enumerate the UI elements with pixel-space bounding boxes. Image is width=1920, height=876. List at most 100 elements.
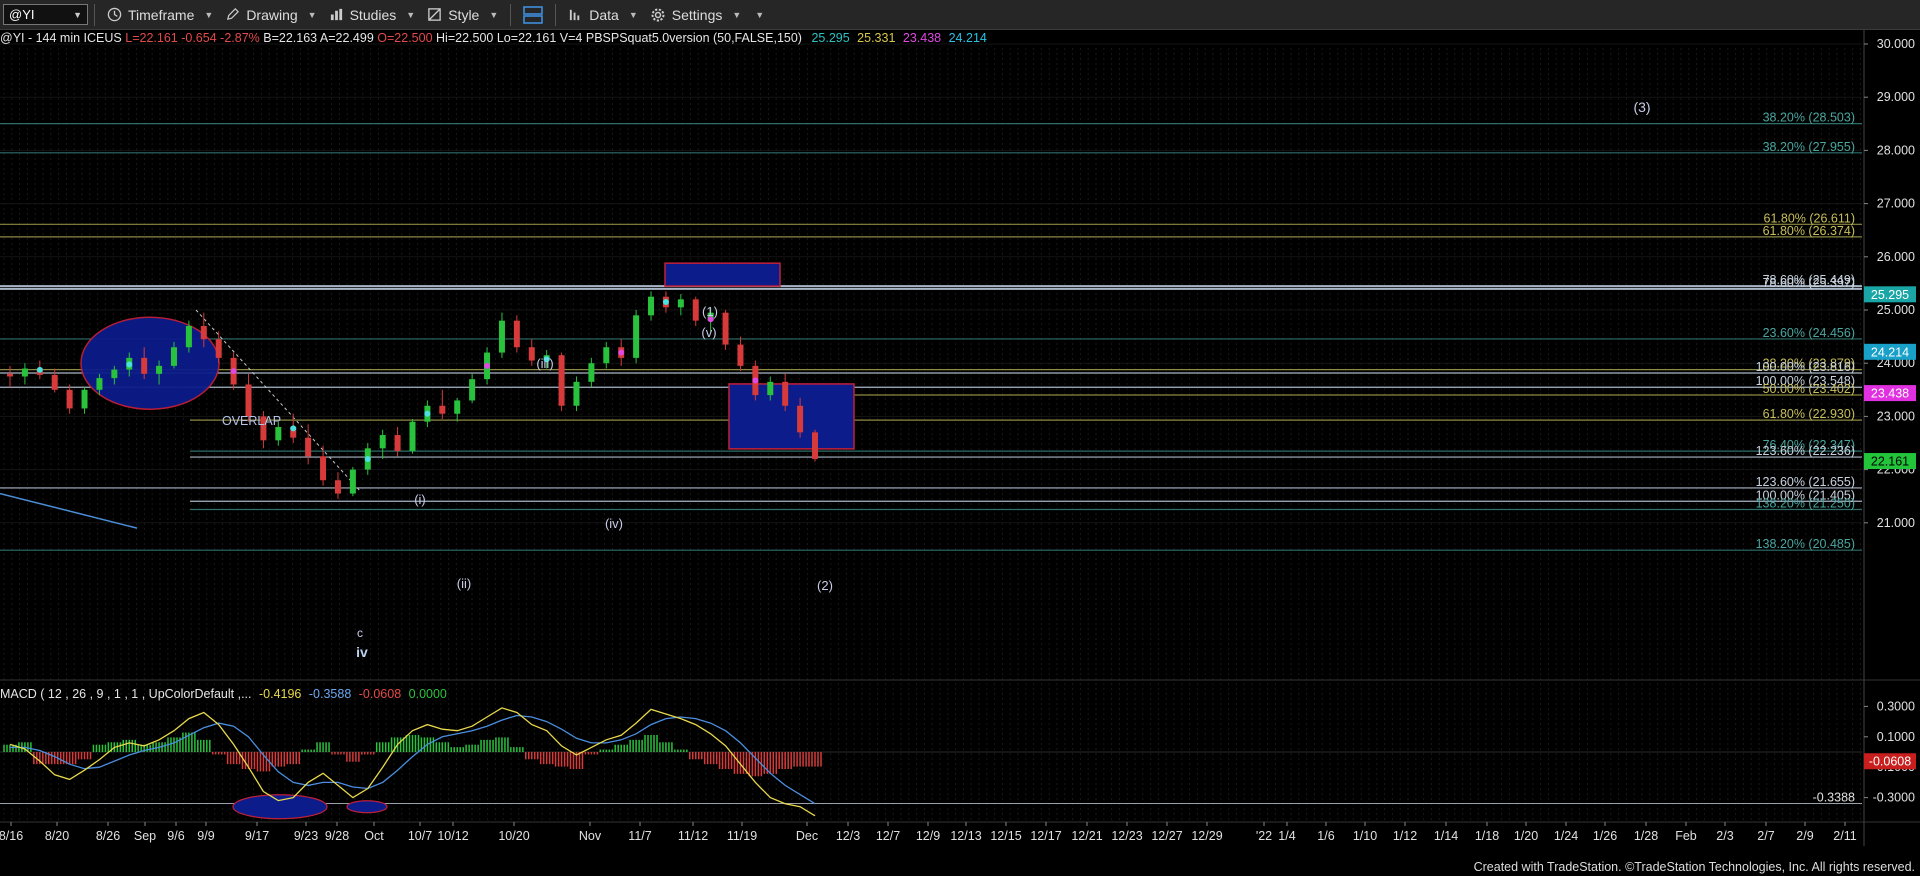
fib-level-label: 23.60% (24.456)	[1763, 326, 1855, 340]
settings-label: Settings	[671, 6, 723, 23]
studies-button[interactable]: Studies ▼	[323, 0, 422, 29]
volume: V=4	[559, 31, 583, 45]
time-tick-label: 10/7	[408, 829, 432, 843]
style-icon	[428, 8, 441, 21]
price-flag-label: 25.295	[1871, 288, 1909, 302]
study-value-4: 24.214	[948, 31, 987, 45]
time-tick-label: 1/26	[1593, 829, 1617, 843]
fibonacci-levels: 38.20% (28.503) 38.20% (27.955) 61.80% (26…	[0, 111, 1862, 551]
settings-button[interactable]: Settings ▼ ▼	[644, 0, 770, 29]
study-name: PBSPSquat5.0version (50,FALSE,150)	[585, 31, 802, 45]
candle-body	[245, 384, 252, 417]
candle-body	[66, 389, 73, 409]
pivot-marker	[126, 361, 133, 368]
chevron-down-icon: ▼	[489, 9, 499, 20]
candle-body	[588, 363, 595, 382]
time-tick-label: 9/28	[325, 829, 349, 843]
study-value-3: 23.438	[902, 31, 942, 45]
chart-canvas[interactable]: 38.20% (28.503) 38.20% (27.955) 61.80% (26…	[0, 30, 1920, 876]
layout-button[interactable]	[517, 0, 549, 29]
high-price: Hi=22.500	[436, 31, 494, 45]
wave-label: (2)	[817, 578, 833, 593]
price-flag-label: 24.214	[1871, 345, 1909, 359]
price-tick-label: 29.000	[1877, 90, 1915, 104]
candle-body	[722, 312, 729, 345]
timeframe-button[interactable]: Timeframe ▼	[101, 0, 219, 29]
time-tick-label: 11/12	[678, 829, 708, 843]
macd-flag-label: -0.0608	[1869, 755, 1911, 769]
symbol-input[interactable]: @YI ▼	[3, 4, 88, 25]
time-tick-label: 12/3	[836, 829, 860, 843]
symbol-info: @YI - 144 min ICEUS	[0, 31, 122, 45]
macd-signal-line	[10, 714, 816, 805]
candle-body	[96, 378, 103, 390]
price-tick-label: 25.000	[1877, 303, 1915, 317]
divergence-ellipse	[232, 794, 328, 820]
candle-body	[797, 405, 804, 433]
candle-body	[409, 421, 416, 451]
study-value-2: 25.331	[857, 31, 896, 45]
macd-line	[9, 707, 816, 817]
candle-body	[692, 299, 699, 321]
macd-label: MACD ( 12 , 26 , 9 , 1 , 1 , UpColorDefa…	[0, 687, 252, 701]
fib-level-label: 61.80% (22.930)	[1763, 407, 1855, 421]
fib-level-label: 123.60% (22.236)	[1756, 444, 1855, 458]
drawing-button[interactable]: Drawing ▼	[219, 0, 322, 29]
time-tick-label: 12/23	[1111, 829, 1142, 843]
bid-price: B=22.163	[263, 31, 318, 45]
wave-labels: (3) (1) (v) (iii) (i) (ii) (iv) (2) c iv OVERLAP	[222, 99, 1651, 660]
wave-label: (ii)	[457, 576, 471, 591]
clock-icon	[107, 7, 122, 22]
time-tick-label: 2/7	[1757, 829, 1774, 843]
time-tick-label: 12/29	[1191, 829, 1222, 843]
time-tick-label: 12/21	[1071, 829, 1102, 843]
time-tick-label: 2/3	[1716, 829, 1733, 843]
fib-level-label: 38.20% (28.503)	[1763, 111, 1855, 125]
candle-body	[305, 437, 312, 457]
time-tick-label: 10/20	[498, 829, 529, 843]
wave-label: iv	[356, 644, 368, 660]
data-button[interactable]: Data ▼	[562, 0, 644, 29]
time-tick-label: Sep	[134, 829, 156, 843]
target-box-top	[664, 262, 781, 287]
time-tick-label: 12/9	[916, 829, 940, 843]
open-price: O=22.500	[377, 31, 433, 45]
fib-level-label: 50.00% (23.402)	[1763, 382, 1855, 396]
time-tick-label: 8/26	[96, 829, 120, 843]
style-button[interactable]: Style ▼	[421, 0, 504, 29]
macd-value-3: -0.0608	[358, 687, 402, 701]
wave-label: (iv)	[605, 516, 623, 531]
price-status-line: @YI - 144 min ICEUS L=22.161 -0.654 -2.8…	[0, 31, 987, 47]
candle-body	[633, 315, 640, 358]
support-box	[728, 383, 855, 450]
macd-tick-label: 0.3000	[1877, 699, 1915, 713]
time-tick-label: 1/4	[1278, 829, 1295, 843]
candle-body	[648, 296, 655, 316]
price-tick-label: 21.000	[1877, 516, 1915, 530]
candle-body	[528, 347, 535, 361]
price-tick-label: 28.000	[1877, 143, 1915, 157]
fib-level-label: 100.00% (23.816)	[1756, 360, 1855, 374]
fib-level-label: 138.20% (21.250)	[1756, 497, 1855, 511]
time-tick-label: Nov	[579, 829, 602, 843]
time-tick-label: 8/20	[45, 829, 69, 843]
last-price: L=22.161	[125, 31, 178, 45]
time-tick-label: 11/19	[727, 829, 757, 843]
footer-credit: Created with TradeStation. ©TradeStation…	[1473, 860, 1915, 874]
time-tick-label: 9/9	[197, 829, 214, 843]
time-tick-label: Oct	[364, 829, 384, 843]
wave-label: c	[357, 626, 363, 640]
toolbar-divider	[555, 3, 557, 26]
time-tick-label: Feb	[1675, 829, 1697, 843]
chevron-down-icon: ▼	[406, 9, 416, 20]
time-tick-label: 12/15	[990, 829, 1021, 843]
time-tick-label: 1/18	[1475, 829, 1499, 843]
fib-level-label: 138.20% (20.485)	[1756, 537, 1855, 551]
time-tick-label: Dec	[796, 829, 818, 843]
candle-body	[111, 369, 118, 379]
time-tick-label: 9/23	[294, 829, 318, 843]
toolbar-divider	[510, 3, 512, 26]
overlap-ellipse	[80, 316, 220, 410]
time-tick-label: 2/11	[1833, 829, 1856, 843]
time-tick-label: 1/6	[1317, 829, 1334, 843]
